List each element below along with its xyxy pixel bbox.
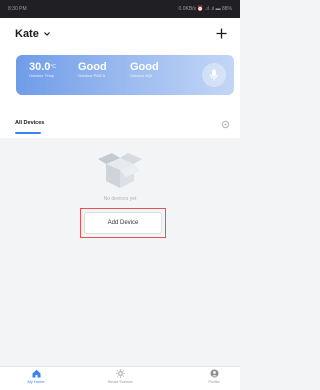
settings-icon[interactable]: [221, 120, 230, 129]
temp-label: Outdoor Temp: [29, 73, 55, 78]
microphone-icon: [210, 69, 218, 81]
temp-unit: °C: [50, 64, 57, 70]
temp-value: 30.0: [29, 61, 51, 73]
chevron-down-icon: [43, 32, 50, 36]
nav-profile[interactable]: Profile: [184, 369, 244, 385]
voice-button[interactable]: [202, 63, 226, 87]
nav-label-home: My Home: [27, 379, 45, 384]
outdoor-pm25: Good Outdoor PM2.5: [78, 61, 107, 79]
tab-all-devices[interactable]: All Devices: [15, 120, 44, 126]
status-bar: 8:30 PM 0.0KB/s ⏰ .ıl .ıl ▬ 88%: [0, 0, 240, 18]
plus-icon: [216, 28, 226, 38]
status-indicators: 0.0KB/s ⏰ .ıl .ıl ▬ 88%: [178, 6, 232, 12]
nav-label-scenes: Smart Scenes: [107, 379, 133, 384]
pm-label: Outdoor PM2.5: [78, 73, 106, 78]
tab-active-indicator: [15, 132, 41, 134]
pm-value: Good: [78, 61, 107, 73]
nav-label-profile: Profile: [208, 379, 220, 384]
nav-smart-scenes[interactable]: Smart Scenes: [90, 369, 150, 385]
outdoor-aqi: Good Outdoor AQI: [130, 61, 159, 79]
aqi-value: Good: [130, 61, 159, 73]
home-header: Kate 30.0°C Outdoor Temp Good Outdoor PM…: [0, 18, 240, 138]
add-button[interactable]: [212, 24, 230, 42]
home-name: Kate: [15, 28, 39, 40]
outdoor-temp: 30.0°C Outdoor Temp: [29, 61, 56, 79]
home-selector[interactable]: Kate: [15, 28, 51, 40]
weather-card[interactable]: 30.0°C Outdoor Temp Good Outdoor PM2.5 G…: [16, 55, 234, 95]
device-tabs: All Devices: [0, 115, 240, 138]
aqi-label: Outdoor AQI: [130, 73, 153, 78]
bottom-navigation: My Home Smart Scenes Profile: [0, 366, 240, 390]
empty-box-icon: [98, 153, 142, 188]
add-device-button[interactable]: Add Device: [84, 212, 162, 234]
empty-message: No devices yet: [103, 196, 137, 202]
sun-icon: [115, 369, 125, 378]
home-icon: [32, 369, 40, 378]
nav-my-home[interactable]: My Home: [6, 369, 66, 385]
profile-icon: [210, 369, 218, 378]
status-time: 8:30 PM: [8, 6, 27, 12]
